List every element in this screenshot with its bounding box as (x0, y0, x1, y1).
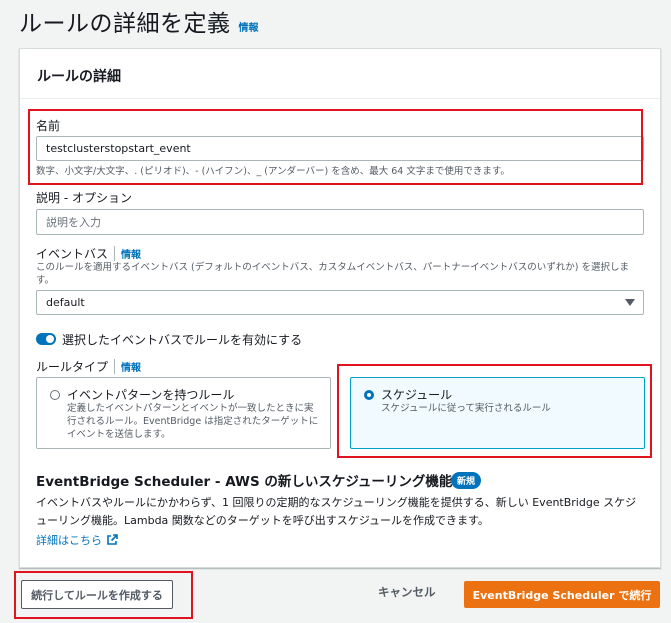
new-badge: 新規 (451, 472, 482, 489)
scheduler-notice-title: EventBridge Scheduler - AWS の新しいスケジューリング… (36, 474, 459, 490)
continue-scheduler-button[interactable]: EventBridge Scheduler で続行 (464, 581, 660, 608)
panel-header: ルールの詳細 (20, 49, 660, 99)
rule-type-label-row: ルールタイプ 情報 (36, 358, 141, 375)
highlight-schedule-option (337, 364, 652, 458)
page-header: ルールの詳細を定義 情報 (19, 4, 259, 38)
caret-down-icon (625, 299, 635, 306)
page-info-link[interactable]: 情報 (239, 19, 259, 34)
rule-type-option-event-pattern[interactable]: イベントパターンを持つルール 定義したイベントパターンとイベントが一致したときに… (36, 377, 331, 449)
event-bus-info-link[interactable]: 情報 (114, 246, 141, 261)
enable-rule-toggle[interactable] (36, 333, 56, 345)
cancel-button[interactable]: キャンセル (378, 584, 436, 600)
page-title: ルールの詳細を定義 (19, 11, 231, 37)
event-bus-selected-value: default (46, 296, 85, 309)
description-label: 説明 - オプション (36, 191, 132, 205)
enable-rule-label: 選択したイベントバスでルールを有効にする (62, 333, 303, 347)
panel-title: ルールの詳細 (37, 69, 121, 85)
description-input[interactable]: 説明を入力 (36, 209, 644, 235)
scheduler-notice-body: イベントバスやルールにかかわらず、1 回限りの定期的なスケジューリング機能を提供… (36, 496, 637, 527)
learn-more-link[interactable]: 詳細はこちら (36, 532, 118, 548)
rule-type-info-link[interactable]: 情報 (114, 359, 141, 374)
highlight-continue-button (14, 571, 193, 619)
toggle-knob (46, 335, 54, 343)
option-description: 定義したイベントパターンとイベントが一致したときに実行されるルール。EventB… (67, 403, 319, 440)
option-title: イベントパターンを持つルール (67, 388, 235, 402)
event-bus-hint: このルールを適用するイベントバス (デフォルトのイベントバス、カスタムイベントバ… (36, 262, 629, 286)
external-link-icon (107, 534, 118, 545)
highlight-name-field (28, 109, 643, 185)
learn-more-label: 詳細はこちら (36, 534, 102, 547)
event-bus-label-row: イベントバス 情報 (36, 245, 141, 262)
rule-type-label: ルールタイプ (36, 360, 109, 374)
radio-event-pattern[interactable] (50, 390, 60, 400)
event-bus-label: イベントバス (36, 247, 109, 261)
event-bus-select[interactable]: default (36, 290, 644, 315)
